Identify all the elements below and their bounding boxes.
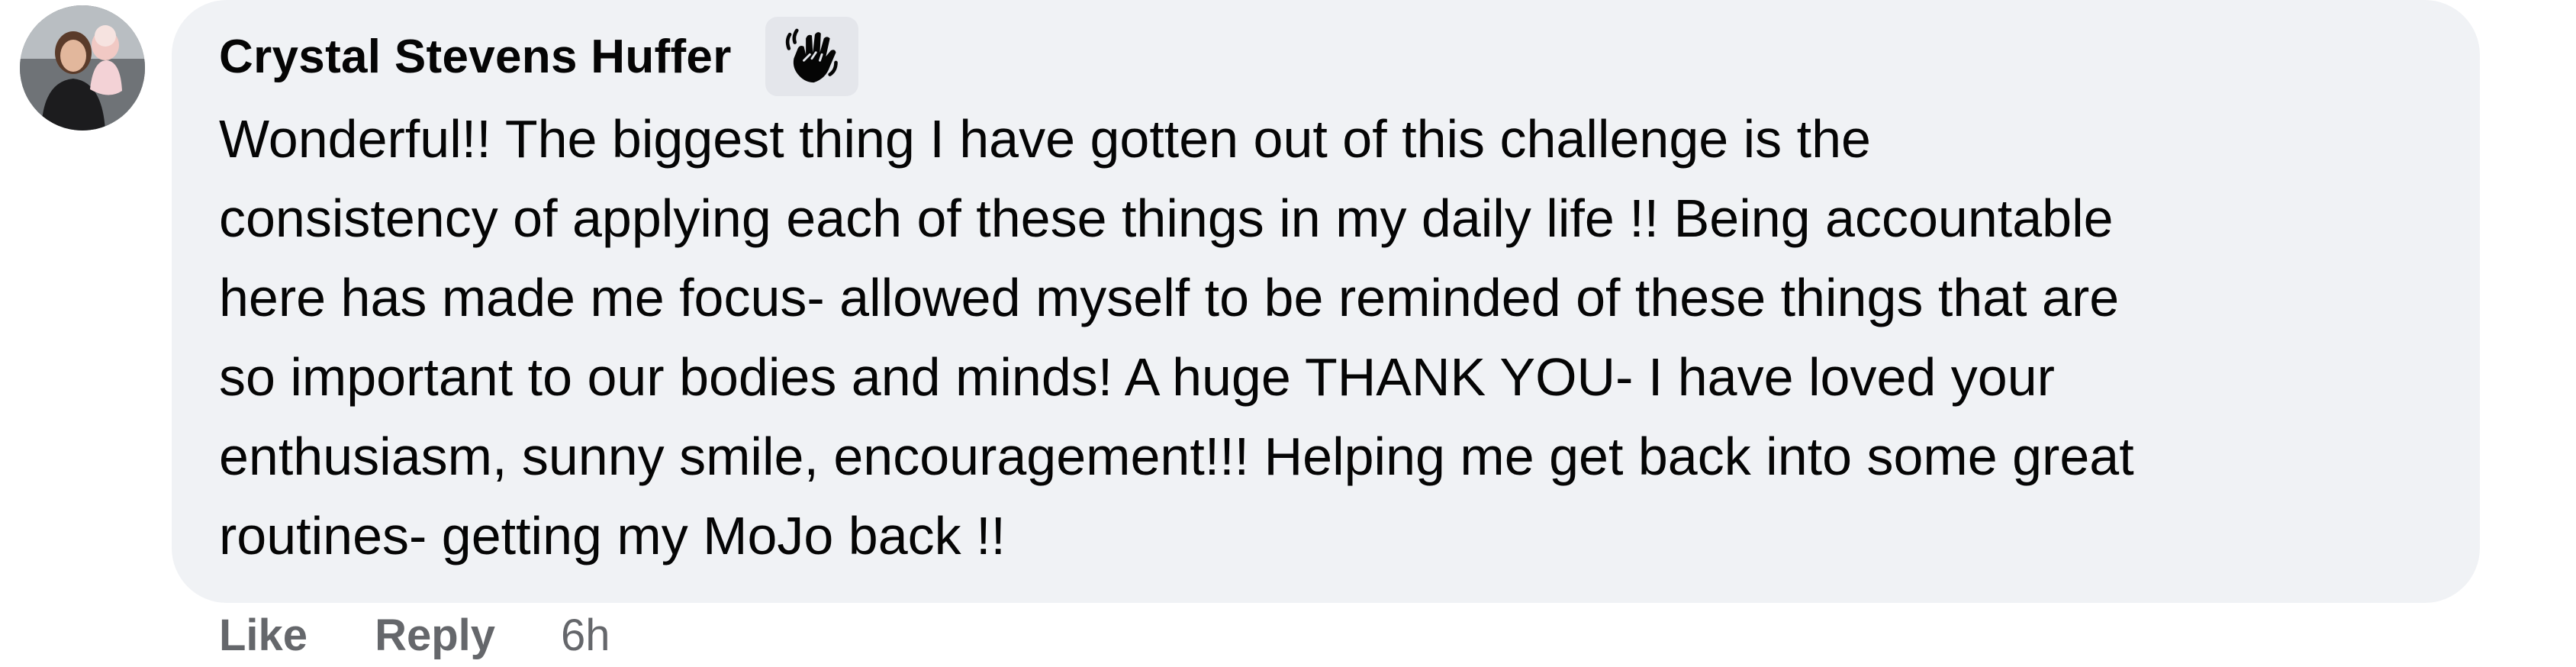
avatar-photo: [20, 5, 145, 130]
comment-actions: Like Reply 6h: [219, 603, 610, 667]
comment-timestamp[interactable]: 6h: [561, 610, 610, 661]
waving-hand-badge[interactable]: [765, 17, 858, 96]
waving-hand-icon: [785, 28, 838, 83]
comment-header: Crystal Stevens Huffer: [219, 17, 858, 96]
avatar[interactable]: [20, 5, 145, 130]
author-name[interactable]: Crystal Stevens Huffer: [219, 30, 732, 84]
reply-button[interactable]: Reply: [375, 610, 495, 661]
like-button[interactable]: Like: [219, 610, 308, 661]
comment-text: Wonderful!! The biggest thing I have got…: [219, 109, 2134, 566]
